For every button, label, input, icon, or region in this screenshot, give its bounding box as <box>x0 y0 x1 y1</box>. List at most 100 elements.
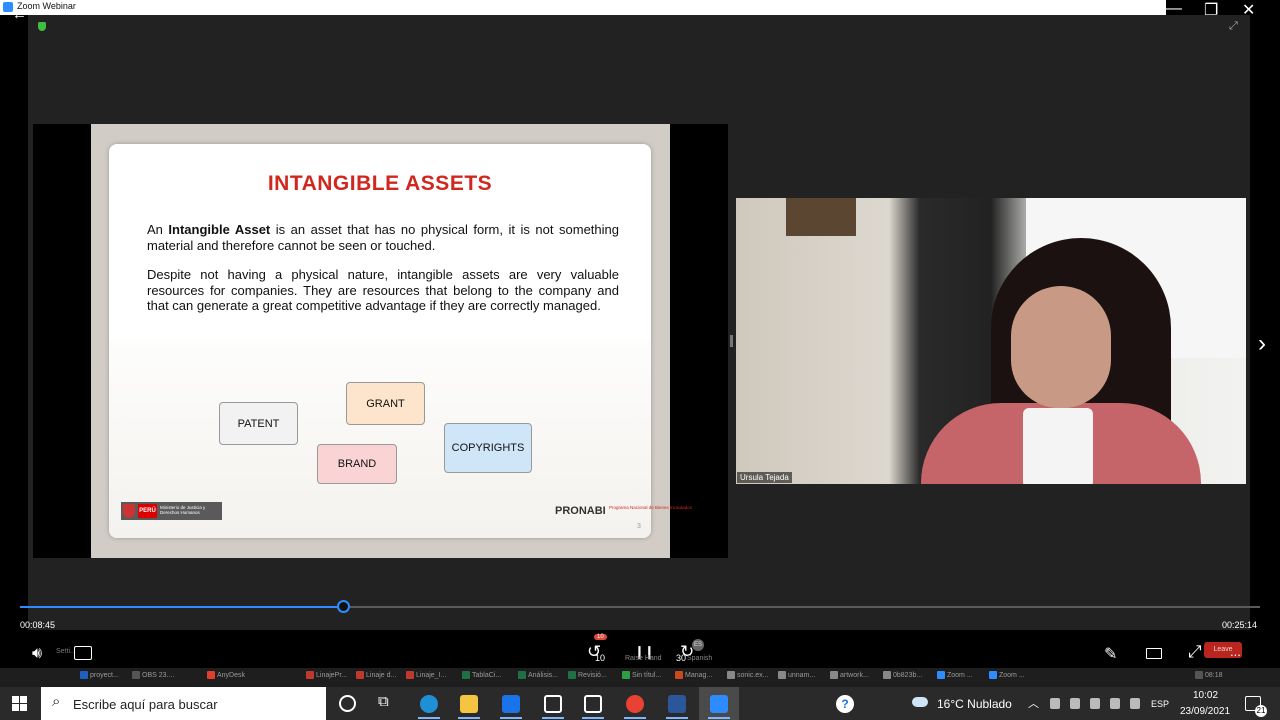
clock-date[interactable]: 23/09/2021 <box>1180 706 1230 717</box>
playback-controls: 🔊︎ Setti... ↺ 10 10 ❙❙ Raise Hand ↻ 30 S… <box>20 634 1260 668</box>
app-icon <box>518 671 526 679</box>
preview-label: unnam... <box>788 671 816 679</box>
peru-label: PERÚ <box>138 504 157 518</box>
split-view-handle[interactable] <box>730 335 733 347</box>
app-icon <box>132 671 140 679</box>
preview-label: artwork... <box>840 671 869 679</box>
dropbox-glyph <box>544 694 562 713</box>
chrome-icon[interactable] <box>618 689 652 718</box>
preview-label: Linaje d... <box>366 671 397 679</box>
running-indicator <box>624 717 646 719</box>
microphone-icon[interactable] <box>1070 698 1080 709</box>
preview-label: Zoom ... <box>999 671 1025 679</box>
taskbar-preview-item[interactable]: 08:18 <box>1195 671 1223 679</box>
task-view-icon[interactable]: ⧉ <box>378 693 389 710</box>
wifi-icon[interactable] <box>1110 698 1120 709</box>
preview-label: sonic.ex... <box>737 671 769 679</box>
progress-scrubber[interactable] <box>337 600 350 613</box>
edge-icon[interactable] <box>412 689 446 718</box>
captions-icon[interactable] <box>74 646 92 660</box>
zoom-icon[interactable] <box>702 689 736 718</box>
app-icon <box>937 671 945 679</box>
running-indicator <box>708 717 730 719</box>
word-icon[interactable] <box>660 689 694 718</box>
input-language[interactable]: ESP <box>1151 699 1169 709</box>
running-indicator <box>500 717 522 719</box>
expand-icon[interactable]: ⤢ <box>1229 20 1238 33</box>
app-bolt-icon[interactable] <box>576 689 610 718</box>
taskbar-preview-item[interactable]: OBS 23.... <box>132 671 174 679</box>
ministry-label: Ministerio de Justicia y Derechos Humano… <box>160 505 206 515</box>
taskbar-preview-item[interactable]: unnam... <box>778 671 815 679</box>
copyrights-box: COPYRIGHTS <box>444 423 532 473</box>
taskbar-preview-item[interactable]: Linaje_I... <box>406 671 446 679</box>
slide-title: INTANGIBLE ASSETS <box>267 172 493 195</box>
app-icon <box>80 671 88 679</box>
help-icon[interactable]: ? <box>836 695 854 713</box>
settings-label[interactable]: Setti... <box>56 648 76 655</box>
taskbar-preview-item[interactable]: Sin títul... <box>622 671 661 679</box>
preview-label: AnyDesk <box>217 671 246 679</box>
app-icon <box>675 671 683 679</box>
interpretation-label[interactable]: Spanish <box>687 655 712 662</box>
more-options-icon[interactable]: ... <box>1230 644 1241 659</box>
security-shield-icon[interactable] <box>38 22 46 31</box>
search-placeholder[interactable]: Escribe aquí para buscar <box>73 697 218 712</box>
taskbar-preview-item[interactable]: Linaje d... <box>356 671 396 679</box>
app-icon <box>306 671 314 679</box>
app-icon <box>989 671 997 679</box>
taskbar-preview-item[interactable]: Zoom ... <box>989 671 1025 679</box>
cortana-icon[interactable] <box>339 695 356 712</box>
speaker-icon[interactable] <box>1130 698 1140 709</box>
slide-paragraph-1: An Intangible Asset is an asset that has… <box>147 222 619 253</box>
app-icon <box>462 671 470 679</box>
taskbar-preview-item[interactable]: Zoom ... <box>937 671 973 679</box>
language-badge: ES <box>692 639 704 651</box>
cloud-icon[interactable] <box>912 697 928 707</box>
taskbar-preview-item[interactable]: sonic.ex... <box>727 671 769 679</box>
taskbar-preview-item[interactable]: 0b823b... <box>883 671 922 679</box>
dropbox-icon[interactable] <box>536 689 570 718</box>
taskbar-preview-item[interactable]: Manag... <box>675 671 712 679</box>
app-bolt-glyph <box>584 694 602 713</box>
speaker-face <box>1011 286 1111 408</box>
running-indicator <box>458 717 480 719</box>
taskbar-preview-item[interactable]: proyect... <box>80 671 119 679</box>
zoom-title-bar: Zoom Webinar <box>0 0 1280 15</box>
meet-now-icon[interactable] <box>1050 698 1060 709</box>
taskbar-preview-item[interactable]: Análisis... <box>518 671 558 679</box>
taskbar-preview-item[interactable]: artwork... <box>830 671 869 679</box>
next-page-chevron-icon[interactable]: › <box>1258 330 1266 358</box>
zoom-glyph <box>710 694 728 713</box>
annotate-pencil-icon[interactable]: ✎ <box>1104 644 1117 664</box>
fullscreen-icon[interactable]: ⤢ <box>1188 642 1202 662</box>
windows-start-icon[interactable] <box>12 696 27 711</box>
speaker-collar <box>1023 408 1093 484</box>
back-arrow-icon[interactable]: ← <box>12 6 27 23</box>
taskbar-preview-item[interactable]: AnyDesk <box>207 671 245 679</box>
volume-icon[interactable]: 🔊︎ <box>32 645 42 663</box>
app-icon <box>830 671 838 679</box>
taskbar-preview-item[interactable]: Revisió... <box>568 671 607 679</box>
battery-icon[interactable] <box>1090 698 1100 709</box>
running-indicator <box>542 717 564 719</box>
app-icon <box>356 671 364 679</box>
taskbar-preview-item[interactable]: TablaCi... <box>462 671 501 679</box>
taskbar-preview-item[interactable]: LinajePr... <box>306 671 347 679</box>
raise-hand-label[interactable]: Raise Hand <box>625 655 662 662</box>
forward-seconds: 30 <box>676 653 687 663</box>
chrome-glyph <box>626 694 644 713</box>
mail-icon[interactable] <box>494 689 528 718</box>
weather-widget[interactable]: 16°C Nublado <box>937 697 1012 711</box>
pronabi-subtitle: Programa Nacional de Bienes Incautados <box>609 505 693 510</box>
picture-in-picture-icon[interactable] <box>1146 648 1162 659</box>
clock-time[interactable]: 10:02 <box>1193 690 1218 701</box>
preview-label: Revisió... <box>578 671 607 679</box>
file-explorer-icon[interactable] <box>452 689 486 718</box>
participant-name-tag: Ursula Tejada <box>737 472 792 483</box>
running-indicator <box>418 717 440 719</box>
file-explorer-glyph <box>460 694 478 713</box>
tray-chevron-icon[interactable]: ︿ <box>1028 695 1039 711</box>
grant-box: GRANT <box>346 382 425 425</box>
speaker-video <box>736 198 1246 484</box>
